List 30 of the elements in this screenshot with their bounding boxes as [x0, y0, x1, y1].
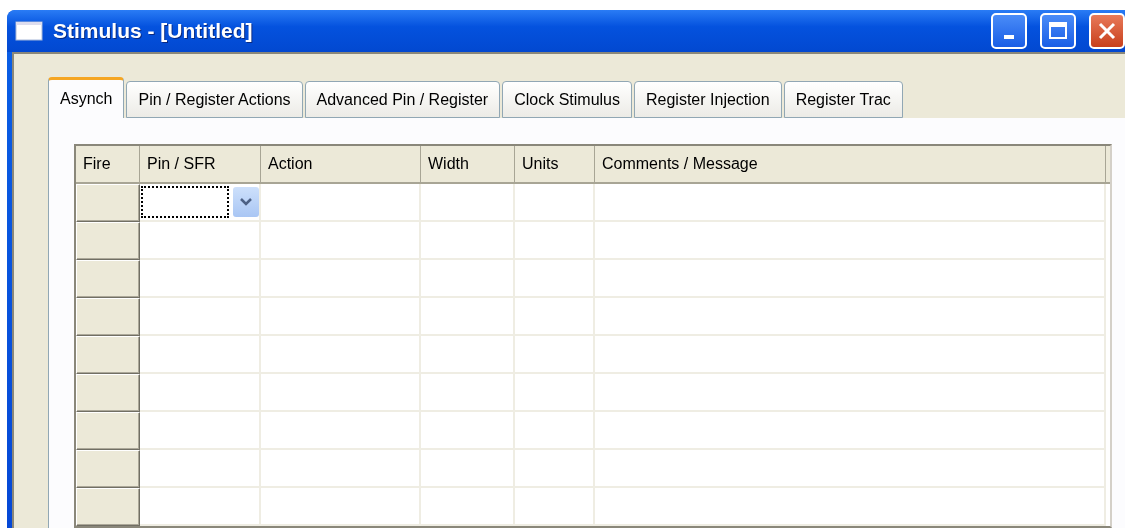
column-header[interactable]: Width: [421, 146, 515, 182]
tab[interactable]: Clock Stimulus: [502, 81, 632, 118]
fire-button[interactable]: [76, 336, 140, 374]
tab[interactable]: Advanced Pin / Register: [304, 81, 501, 118]
fire-button[interactable]: [76, 374, 140, 412]
column-header[interactable]: Units: [515, 146, 595, 182]
tab[interactable]: Register Trac: [783, 81, 903, 118]
maximize-button[interactable]: [1040, 13, 1076, 49]
window-title: Stimulus - [Untitled]: [53, 19, 253, 43]
fire-button[interactable]: [76, 222, 140, 260]
chevron-down-icon: [239, 197, 253, 207]
fire-button[interactable]: [76, 412, 140, 450]
tab[interactable]: Pin / Register Actions: [126, 81, 303, 118]
minimize-icon: [1004, 35, 1014, 39]
maximize-icon: [1048, 21, 1068, 41]
column-header[interactable]: Action: [261, 146, 421, 182]
fire-button[interactable]: [76, 184, 140, 222]
fire-button[interactable]: [76, 298, 140, 336]
fire-button[interactable]: [76, 450, 140, 488]
column-header[interactable]: Comments / Message: [595, 146, 1106, 182]
minimize-button[interactable]: [991, 13, 1027, 49]
close-button[interactable]: [1089, 13, 1125, 49]
close-icon: [1097, 21, 1117, 41]
column-header[interactable]: Pin / SFR: [140, 146, 261, 182]
window-icon: [15, 21, 43, 41]
tab[interactable]: Asynch: [48, 77, 125, 118]
tab[interactable]: Register Injection: [634, 81, 782, 118]
fire-button[interactable]: [76, 488, 140, 526]
column-header[interactable]: Fire: [76, 146, 140, 182]
fire-button[interactable]: [76, 260, 140, 298]
